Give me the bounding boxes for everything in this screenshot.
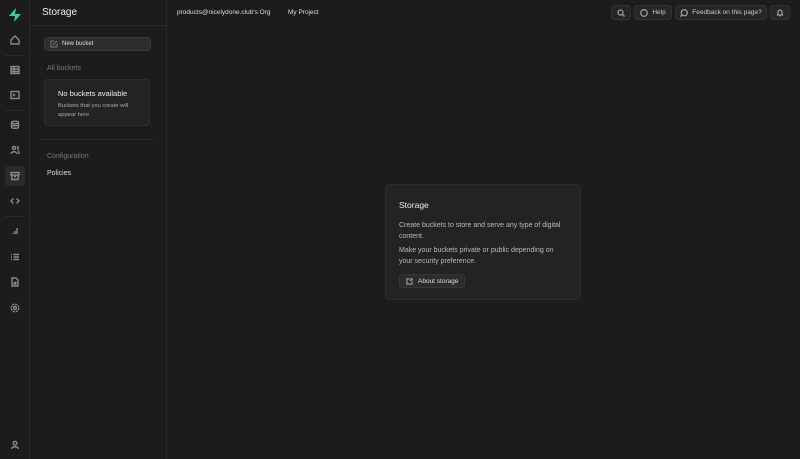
- archive-icon: [10, 171, 20, 181]
- nav-home[interactable]: [5, 30, 25, 50]
- empty-buckets-panel: No buckets available Buckets that you cr…: [44, 79, 150, 126]
- all-buckets-heading: All buckets: [47, 65, 81, 72]
- feedback-label: Feedback on this page?: [692, 9, 762, 16]
- notifications-button[interactable]: [770, 5, 790, 20]
- nav-account[interactable]: [5, 435, 25, 455]
- terminal-icon: [10, 90, 20, 100]
- help-label: Help: [652, 9, 666, 16]
- supabase-logo-icon[interactable]: [7, 7, 23, 23]
- nav-settings[interactable]: [5, 298, 25, 318]
- home-icon: [10, 35, 20, 45]
- policies-link[interactable]: Policies: [47, 170, 71, 177]
- nav-sql-editor[interactable]: [5, 85, 25, 105]
- nav-api-docs[interactable]: [5, 272, 25, 292]
- breadcrumb-project[interactable]: My Project: [288, 9, 319, 16]
- nav-reports[interactable]: [5, 221, 25, 241]
- gear-icon: [10, 303, 20, 313]
- nav-logs[interactable]: [5, 247, 25, 267]
- list-icon: [11, 253, 19, 261]
- feedback-button[interactable]: Feedback on this page?: [675, 5, 767, 20]
- breadcrumb-org[interactable]: products@nicelydone.club's Org: [177, 9, 270, 16]
- help-icon: [640, 8, 649, 17]
- users-icon: [10, 145, 20, 155]
- user-icon: [10, 440, 20, 450]
- document-icon: [11, 277, 19, 287]
- card-title: Storage: [399, 200, 429, 210]
- table-icon: [10, 65, 20, 75]
- external-link-icon: [406, 277, 413, 285]
- message-icon: [680, 8, 689, 17]
- top-bar: products@nicelydone.club's Org My Projec…: [167, 0, 800, 25]
- search-button[interactable]: [611, 5, 631, 20]
- nav-rail: [0, 0, 30, 459]
- nav-database[interactable]: [5, 115, 25, 135]
- empty-title: No buckets available: [58, 89, 128, 98]
- about-storage-label: About storage: [418, 277, 459, 285]
- storage-info-card: Storage Create buckets to store and serv…: [385, 184, 581, 300]
- storage-sidebar: Storage New bucket All buckets No bucket…: [30, 0, 167, 459]
- database-icon: [10, 120, 20, 129]
- code-icon: [10, 198, 20, 204]
- help-button[interactable]: Help: [634, 5, 672, 20]
- card-description-2: Make your buckets private or public depe…: [399, 247, 554, 265]
- about-storage-button[interactable]: About storage: [399, 274, 466, 288]
- page-title: Storage: [42, 7, 78, 18]
- nav-edge-functions[interactable]: [5, 191, 25, 211]
- new-bucket-button[interactable]: New bucket: [44, 37, 151, 51]
- nav-table-editor[interactable]: [5, 60, 25, 80]
- nav-storage[interactable]: [5, 166, 25, 186]
- new-bucket-label: New bucket: [62, 41, 94, 47]
- bell-icon: [776, 8, 784, 17]
- edit-icon: [50, 40, 58, 48]
- nav-auth[interactable]: [5, 140, 25, 160]
- search-icon: [617, 8, 625, 17]
- empty-description: Buckets that you create will appear here: [58, 103, 129, 118]
- card-description-1: Create buckets to store and serve any ty…: [399, 222, 561, 240]
- configuration-heading: Configuration: [47, 153, 89, 160]
- bar-chart-icon: [12, 228, 18, 234]
